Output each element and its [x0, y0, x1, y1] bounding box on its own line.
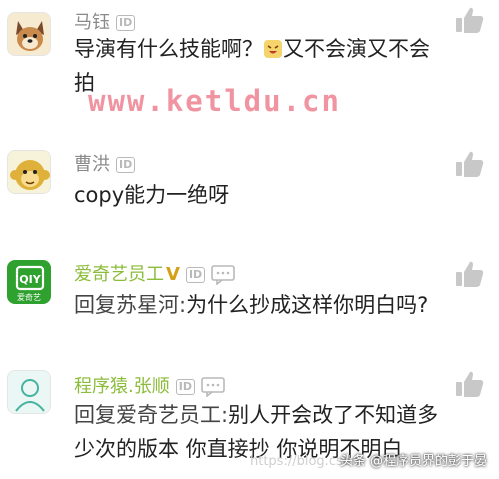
- avatar[interactable]: QIY 爱奇艺: [7, 260, 51, 304]
- username[interactable]: 爱奇艺员工 V ID: [74, 260, 235, 286]
- reply-prefix[interactable]: 回复爱奇艺员工:: [74, 403, 228, 427]
- monkey-icon: [8, 151, 50, 193]
- username[interactable]: 程序猿.张顺 ID: [74, 372, 225, 398]
- id-badge: ID: [185, 267, 206, 283]
- avatar-caption: 爱奇艺: [17, 293, 41, 302]
- like-button[interactable]: [455, 260, 485, 288]
- comment-line: 又不会演又不会: [283, 37, 430, 61]
- username[interactable]: 马钰 ID: [74, 8, 136, 34]
- avatar[interactable]: [7, 12, 51, 56]
- chat-bubble-icon[interactable]: [201, 377, 225, 398]
- id-badge: ID: [175, 379, 195, 395]
- credit-watermark: 头条 @程序员界的彭于晏: [339, 454, 487, 469]
- username-text[interactable]: 程序猿.张顺: [74, 376, 170, 397]
- reply-prefix[interactable]: 回复苏星河:: [74, 293, 186, 317]
- person-icon: [8, 371, 50, 413]
- comment-line: 为什么抄成这样你明白吗?: [186, 293, 429, 317]
- comment-text: 回复苏星河:为什么抄成这样你明白吗?: [74, 288, 459, 322]
- like-button[interactable]: [455, 370, 485, 398]
- thumbs-up-icon: [456, 151, 484, 177]
- chat-bubble-icon[interactable]: [211, 265, 235, 286]
- like-button[interactable]: [455, 6, 485, 34]
- comment-text: copy能力一绝呀: [74, 178, 459, 212]
- comment-line: copy能力一绝呀: [74, 183, 230, 207]
- username-text[interactable]: 曹洪: [74, 154, 110, 175]
- id-badge: ID: [116, 157, 136, 173]
- id-badge: ID: [116, 15, 136, 31]
- laugh-emoji-icon: [263, 35, 283, 58]
- thumbs-up-icon: [456, 7, 484, 34]
- svg-text:QIY: QIY: [19, 273, 41, 286]
- comment-line: 导演有什么技能啊？: [74, 37, 263, 61]
- verified-v-icon: V: [166, 264, 180, 285]
- watermark: www.ketldu.cn: [88, 84, 341, 118]
- username-text[interactable]: 爱奇艺员工: [74, 264, 164, 285]
- thumbs-up-icon: [456, 261, 484, 287]
- thumbs-up-icon: [456, 371, 484, 397]
- username[interactable]: 曹洪 ID: [74, 150, 136, 176]
- comment-line: 别人开会改了不知道多: [228, 403, 439, 427]
- like-button[interactable]: [455, 150, 485, 178]
- avatar[interactable]: [7, 150, 51, 194]
- username-text[interactable]: 马钰: [74, 12, 110, 33]
- dog-icon: [8, 13, 50, 55]
- avatar[interactable]: [7, 370, 51, 414]
